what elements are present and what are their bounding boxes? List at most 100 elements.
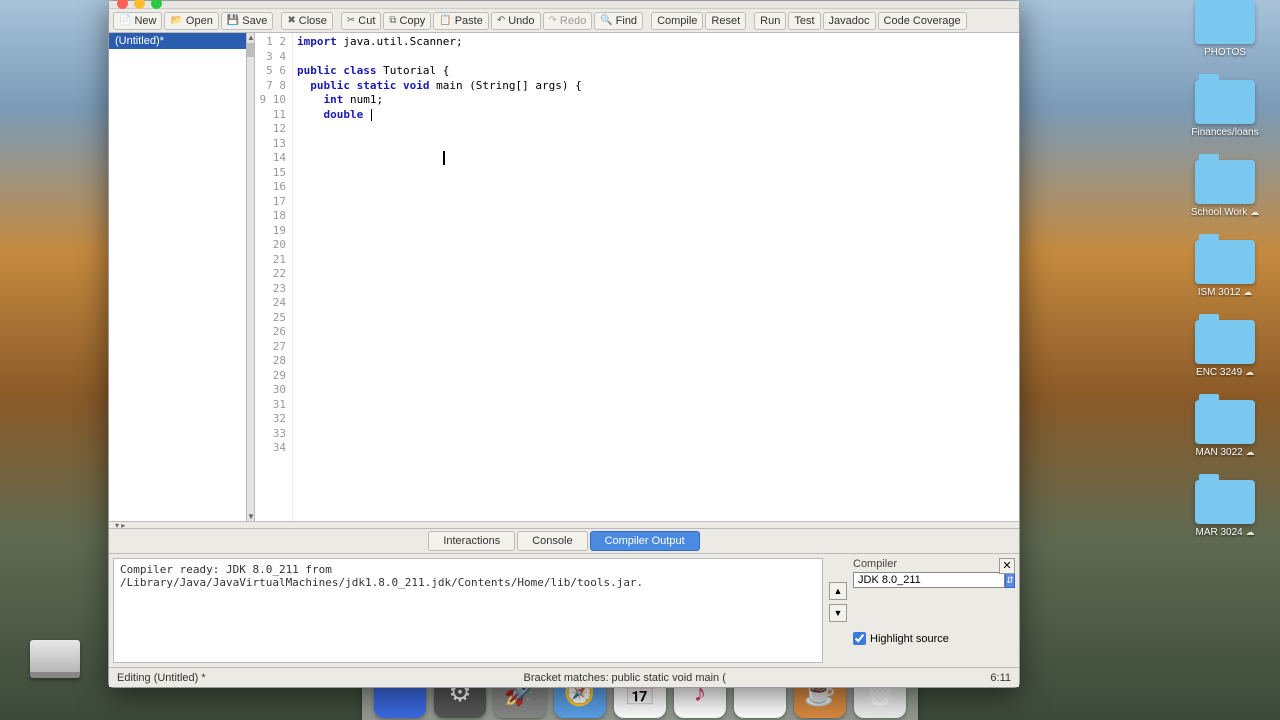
folder-icon — [1195, 0, 1255, 44]
cut-icon: ✂ — [347, 15, 355, 26]
compiler-value[interactable] — [853, 572, 1005, 588]
close-window-icon[interactable] — [117, 0, 128, 9]
folder-icon — [1195, 240, 1255, 284]
folder-icon — [1195, 400, 1255, 444]
test-label: Test — [794, 15, 814, 27]
next-error-button[interactable]: ▼ — [829, 604, 847, 622]
scroll-up-icon[interactable]: ▲ — [247, 33, 254, 42]
highlight-source-checkbox[interactable] — [853, 632, 866, 645]
prev-error-button[interactable]: ▲ — [829, 582, 847, 600]
status-position: 6:11 — [990, 672, 1011, 684]
folder-icon — [1195, 80, 1255, 124]
folder-icon — [1195, 480, 1255, 524]
tab-compiler-output[interactable]: Compiler Output — [590, 531, 700, 551]
code-editor[interactable]: 1 2 3 4 5 6 7 8 9 10 11 12 13 14 15 16 1… — [255, 33, 1019, 521]
undo-icon: ↶ — [497, 15, 505, 26]
ide-window: 📄New 📂 Open 💾Save ✖ Close ✂Cut ⧉ Copy 📋Past… — [108, 0, 1020, 688]
desktop-folder[interactable]: ENC 3249 ☁ — [1180, 320, 1270, 378]
text-caret — [371, 109, 372, 121]
status-bracket: Bracket matches: public static void main… — [524, 672, 726, 684]
titlebar[interactable] — [109, 1, 1019, 9]
redo-button[interactable]: ↷Redo — [543, 12, 593, 30]
toolbar: 📄New 📂 Open 💾Save ✖ Close ✂Cut ⧉ Copy 📋Past… — [109, 9, 1019, 33]
copy-label: Copy — [400, 15, 426, 27]
tab-console[interactable]: Console — [517, 531, 587, 551]
cloud-icon: ☁ — [1250, 207, 1259, 217]
line-gutter: 1 2 3 4 5 6 7 8 9 10 11 12 13 14 15 16 1… — [255, 33, 293, 521]
desktop-folder[interactable]: MAR 3024 ☁ — [1180, 480, 1270, 538]
scroll-thumb[interactable] — [247, 43, 254, 57]
desktop-folder[interactable]: ISM 3012 ☁ — [1180, 240, 1270, 298]
undo-button[interactable]: ↶Undo — [491, 12, 541, 30]
folder-label: PHOTOS — [1204, 47, 1246, 58]
copy-icon: ⧉ — [389, 15, 396, 26]
scroll-down-icon[interactable]: ▼ — [247, 512, 254, 521]
desktop-folder[interactable]: Finances/loans — [1180, 80, 1270, 138]
cloud-icon: ☁ — [1245, 367, 1254, 377]
main-area: (Untitled)* ▲ ▼ 1 2 3 4 5 6 7 8 9 10 11 … — [109, 33, 1019, 521]
folder-icon — [1195, 320, 1255, 364]
new-label: New — [134, 15, 156, 27]
compiler-select[interactable]: ⇵ — [853, 572, 1015, 588]
tab-interactions[interactable]: Interactions — [428, 531, 515, 551]
new-icon: 📄 — [119, 15, 131, 26]
redo-label: Redo — [560, 15, 586, 27]
desktop-folder[interactable]: MAN 3022 ☁ — [1180, 400, 1270, 458]
close-button[interactable]: ✖ Close — [281, 12, 333, 30]
run-button[interactable]: Run — [754, 12, 786, 30]
folder-label: ISM 3012 ☁ — [1198, 287, 1253, 298]
status-bar: Editing (Untitled) * Bracket matches: pu… — [109, 667, 1019, 687]
copy-button[interactable]: ⧉ Copy — [383, 12, 431, 30]
minimize-window-icon[interactable] — [134, 0, 145, 9]
highlight-source-label: Highlight source — [870, 633, 949, 645]
folder-icon — [1195, 160, 1255, 204]
close-icon: ✖ — [287, 15, 295, 26]
cut-label: Cut — [358, 15, 375, 27]
folder-label: Finances/loans — [1191, 127, 1258, 138]
compiler-panel: ✕ Compiler ⇵ Highlight source — [849, 554, 1019, 667]
file-tab[interactable]: (Untitled)* — [109, 33, 246, 49]
open-label: Open — [186, 15, 213, 27]
hdd-icon[interactable] — [30, 640, 80, 678]
save-label: Save — [242, 15, 267, 27]
compile-button[interactable]: Compile — [651, 12, 703, 30]
run-label: Run — [760, 15, 780, 27]
open-button[interactable]: 📂 Open — [164, 12, 218, 30]
bottom-panel: Compiler ready: JDK 8.0_211 from /Librar… — [109, 553, 1019, 667]
coverage-button[interactable]: Code Coverage — [878, 12, 967, 30]
desktop-folder[interactable]: PHOTOS — [1180, 0, 1270, 58]
file-scrollbar[interactable]: ▲ ▼ — [247, 33, 255, 521]
bottom-tabs: Interactions Console Compiler Output — [109, 529, 1019, 553]
code-area[interactable]: import java.util.Scanner; public class T… — [293, 33, 1019, 521]
cloud-icon: ☁ — [1243, 287, 1252, 297]
save-icon: 💾 — [227, 15, 239, 26]
new-button[interactable]: 📄New — [113, 12, 162, 30]
folder-label: School Work ☁ — [1191, 207, 1259, 218]
desktop-folder[interactable]: School Work ☁ — [1180, 160, 1270, 218]
find-icon: 🔍 — [600, 15, 612, 26]
compiler-output[interactable]: Compiler ready: JDK 8.0_211 from /Librar… — [113, 558, 823, 663]
redo-icon: ↷ — [549, 15, 557, 26]
folder-label: MAR 3024 ☁ — [1195, 527, 1254, 538]
open-icon: 📂 — [170, 15, 182, 26]
reset-button[interactable]: Reset — [705, 12, 746, 30]
dropdown-icon[interactable]: ⇵ — [1005, 572, 1015, 588]
paste-icon: 📋 — [439, 15, 451, 26]
folder-label: ENC 3249 ☁ — [1196, 367, 1254, 378]
status-left: Editing (Untitled) * — [117, 672, 206, 684]
undo-label: Undo — [508, 15, 534, 27]
maximize-window-icon[interactable] — [151, 0, 162, 9]
close-label: Close — [299, 15, 327, 27]
cut-button[interactable]: ✂Cut — [341, 12, 382, 30]
folder-label: MAN 3022 ☁ — [1195, 447, 1254, 458]
paste-button[interactable]: 📋Paste — [433, 12, 489, 30]
save-button[interactable]: 💾Save — [221, 12, 274, 30]
close-panel-button[interactable]: ✕ — [999, 558, 1015, 574]
cloud-icon: ☁ — [1246, 447, 1255, 457]
compile-label: Compile — [657, 15, 697, 27]
test-button[interactable]: Test — [788, 12, 820, 30]
javadoc-button[interactable]: Javadoc — [823, 12, 876, 30]
mouse-ibeam-icon — [443, 151, 445, 165]
splitter-handle[interactable]: ▾ ▸ — [109, 521, 1019, 529]
find-button[interactable]: 🔍Find — [594, 12, 643, 30]
